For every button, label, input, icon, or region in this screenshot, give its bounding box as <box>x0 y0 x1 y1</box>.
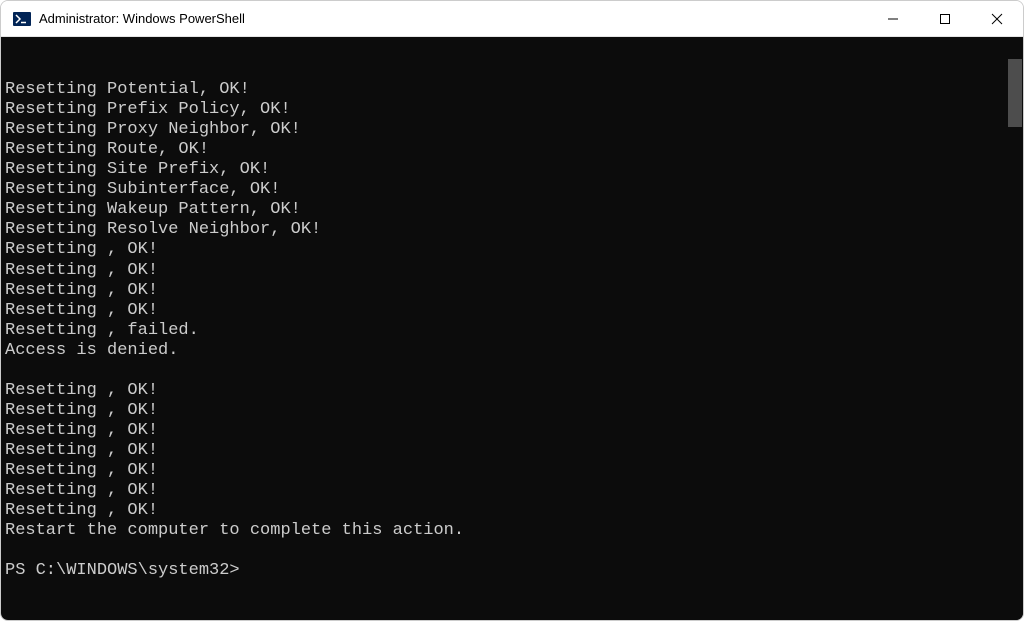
scrollbar-track[interactable] <box>1007 37 1023 620</box>
scrollbar-thumb[interactable] <box>1008 59 1022 127</box>
minimize-button[interactable] <box>867 1 919 36</box>
window-controls <box>867 1 1023 36</box>
maximize-button[interactable] <box>919 1 971 36</box>
powershell-icon <box>13 10 31 28</box>
terminal-area[interactable]: Resetting Potential, OK! Resetting Prefi… <box>1 37 1023 620</box>
terminal-output: Resetting Potential, OK! Resetting Prefi… <box>5 80 1023 581</box>
close-button[interactable] <box>971 1 1023 36</box>
window-title: Administrator: Windows PowerShell <box>39 11 867 26</box>
titlebar[interactable]: Administrator: Windows PowerShell <box>1 1 1023 37</box>
powershell-window: Administrator: Windows PowerShell Resett… <box>0 0 1024 621</box>
